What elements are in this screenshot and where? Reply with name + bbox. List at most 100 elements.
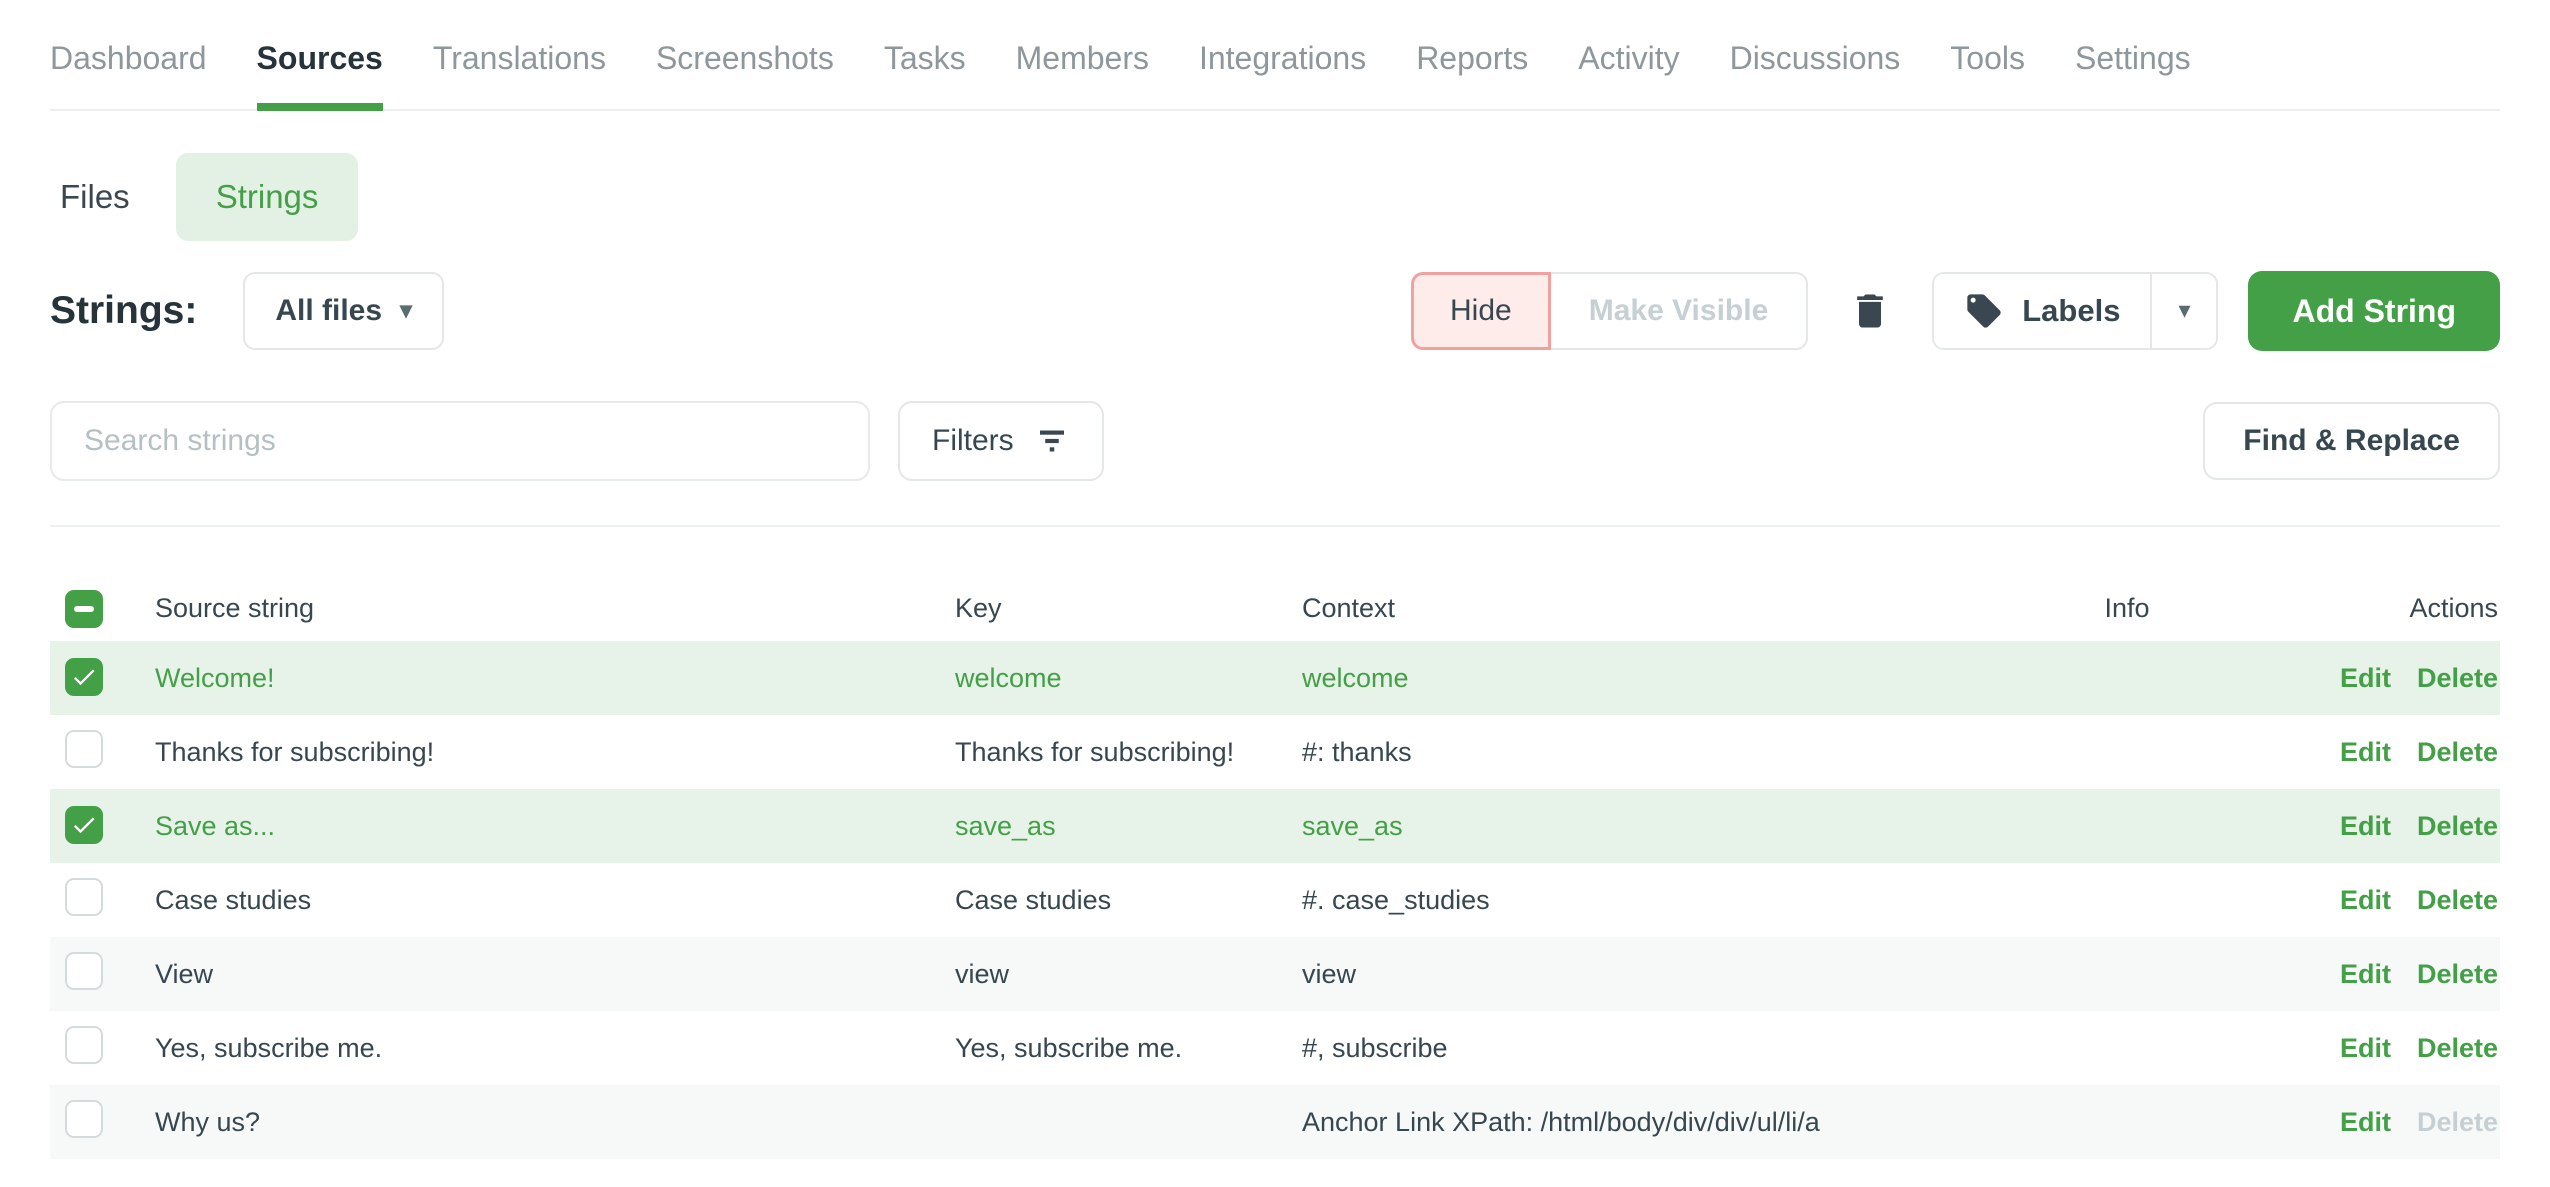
nav-item-sources[interactable]: Sources	[257, 40, 383, 109]
delete-link: Delete	[2417, 1107, 2498, 1137]
table-row: Thanks for subscribing! Thanks for subsc…	[50, 715, 2500, 789]
file-filter-value: All files	[275, 294, 382, 328]
row-checkbox[interactable]	[65, 658, 103, 696]
nav-item-integrations[interactable]: Integrations	[1199, 40, 1366, 109]
nav-item-reports[interactable]: Reports	[1416, 40, 1528, 109]
edit-link[interactable]: Edit	[2340, 737, 2391, 767]
edit-link[interactable]: Edit	[2340, 663, 2391, 693]
toolbar-actions: Hide Make Visible Labels ▾ Add String	[1411, 271, 2500, 351]
row-checkbox[interactable]	[65, 878, 103, 916]
context-cell: Anchor Link XPath: /html/body/div/div/ul…	[1302, 1107, 2002, 1138]
source-string-cell: Save as...	[155, 811, 955, 842]
make-visible-button[interactable]: Make Visible	[1551, 272, 1809, 350]
view-switcher: Files Strings	[50, 153, 2500, 241]
header-info: Info	[2002, 593, 2252, 624]
edit-link[interactable]: Edit	[2340, 1107, 2391, 1137]
key-cell: Case studies	[955, 885, 1302, 916]
header-context: Context	[1302, 593, 2002, 624]
table-row: View view view Edit Delete	[50, 937, 2500, 1011]
table-row: Yes, subscribe me. Yes, subscribe me. #,…	[50, 1011, 2500, 1085]
search-row: Filters Find & Replace	[50, 401, 2500, 481]
context-cell: welcome	[1302, 663, 2002, 694]
edit-link[interactable]: Edit	[2340, 811, 2391, 841]
strings-table: Source string Key Context Info Actions W…	[50, 575, 2500, 1159]
file-filter-dropdown[interactable]: All files ▾	[243, 272, 444, 350]
edit-link[interactable]: Edit	[2340, 1033, 2391, 1063]
nav-item-settings[interactable]: Settings	[2075, 40, 2191, 109]
delete-selected-button[interactable]	[1838, 272, 1902, 350]
main-nav: Dashboard Sources Translations Screensho…	[50, 0, 2500, 111]
key-cell: Yes, subscribe me.	[955, 1033, 1302, 1064]
context-cell: save_as	[1302, 811, 2002, 842]
nav-item-activity[interactable]: Activity	[1578, 40, 1679, 109]
context-cell: #, subscribe	[1302, 1033, 2002, 1064]
trash-icon	[1848, 287, 1892, 335]
delete-link[interactable]: Delete	[2417, 959, 2498, 989]
filters-button[interactable]: Filters	[898, 401, 1104, 481]
key-cell: save_as	[955, 811, 1302, 842]
delete-link[interactable]: Delete	[2417, 1033, 2498, 1063]
row-checkbox[interactable]	[65, 1100, 103, 1138]
page-title: Strings:	[50, 289, 197, 333]
tab-files[interactable]: Files	[50, 153, 140, 241]
table-header-row: Source string Key Context Info Actions	[50, 575, 2500, 641]
header-actions: Actions	[2252, 593, 2500, 624]
delete-link[interactable]: Delete	[2417, 663, 2498, 693]
nav-item-tools[interactable]: Tools	[1950, 40, 2025, 109]
key-cell: Thanks for subscribing!	[955, 737, 1302, 768]
search-strings-input[interactable]	[50, 401, 870, 481]
source-string-cell: View	[155, 959, 955, 990]
source-string-cell: Yes, subscribe me.	[155, 1033, 955, 1064]
key-cell: view	[955, 959, 1302, 990]
delete-link[interactable]: Delete	[2417, 885, 2498, 915]
table-row: Save as... save_as save_as Edit Delete	[50, 789, 2500, 863]
context-cell: #. case_studies	[1302, 885, 2002, 916]
labels-button[interactable]: Labels	[1934, 274, 2150, 348]
nav-item-screenshots[interactable]: Screenshots	[656, 40, 834, 109]
edit-link[interactable]: Edit	[2340, 959, 2391, 989]
key-cell: welcome	[955, 663, 1302, 694]
table-row: Why us? Anchor Link XPath: /html/body/di…	[50, 1085, 2500, 1159]
nav-item-members[interactable]: Members	[1016, 40, 1149, 109]
nav-item-translations[interactable]: Translations	[433, 40, 606, 109]
tag-icon	[1964, 291, 2004, 331]
check-icon	[70, 663, 98, 691]
project-sources-page: Dashboard Sources Translations Screensho…	[0, 0, 2550, 1187]
row-checkbox[interactable]	[65, 952, 103, 990]
select-all-checkbox[interactable]	[65, 590, 103, 628]
nav-item-dashboard[interactable]: Dashboard	[50, 40, 207, 109]
header-key: Key	[955, 593, 1302, 624]
visibility-segmented-control: Hide Make Visible	[1411, 272, 1808, 350]
source-string-cell: Welcome!	[155, 663, 955, 694]
find-replace-button[interactable]: Find & Replace	[2203, 402, 2500, 480]
delete-link[interactable]: Delete	[2417, 737, 2498, 767]
nav-item-tasks[interactable]: Tasks	[884, 40, 966, 109]
nav-item-discussions[interactable]: Discussions	[1730, 40, 1901, 109]
delete-link[interactable]: Delete	[2417, 811, 2498, 841]
add-string-button[interactable]: Add String	[2248, 271, 2500, 351]
check-icon	[70, 811, 98, 839]
source-string-cell: Case studies	[155, 885, 955, 916]
labels-dropdown-toggle[interactable]: ▾	[2150, 274, 2216, 348]
tab-strings[interactable]: Strings	[176, 153, 359, 241]
table-row: Welcome! welcome welcome Edit Delete	[50, 641, 2500, 715]
edit-link[interactable]: Edit	[2340, 885, 2391, 915]
source-string-cell: Why us?	[155, 1107, 955, 1138]
context-cell: view	[1302, 959, 2002, 990]
table-row: Case studies Case studies #. case_studie…	[50, 863, 2500, 937]
filters-button-label: Filters	[932, 424, 1014, 458]
context-cell: #: thanks	[1302, 737, 2002, 768]
hide-button[interactable]: Hide	[1411, 272, 1551, 350]
labels-button-label: Labels	[2022, 293, 2120, 329]
row-checkbox[interactable]	[65, 806, 103, 844]
row-checkbox[interactable]	[65, 1026, 103, 1064]
filter-icon	[1034, 423, 1070, 459]
chevron-down-icon: ▾	[400, 299, 412, 323]
row-checkbox[interactable]	[65, 730, 103, 768]
strings-toolbar: Strings: All files ▾ Hide Make Visible L…	[50, 271, 2500, 351]
source-string-cell: Thanks for subscribing!	[155, 737, 955, 768]
labels-split-button: Labels ▾	[1932, 272, 2218, 350]
header-source-string: Source string	[155, 593, 955, 624]
section-divider	[50, 525, 2500, 527]
chevron-down-icon: ▾	[2178, 299, 2190, 323]
